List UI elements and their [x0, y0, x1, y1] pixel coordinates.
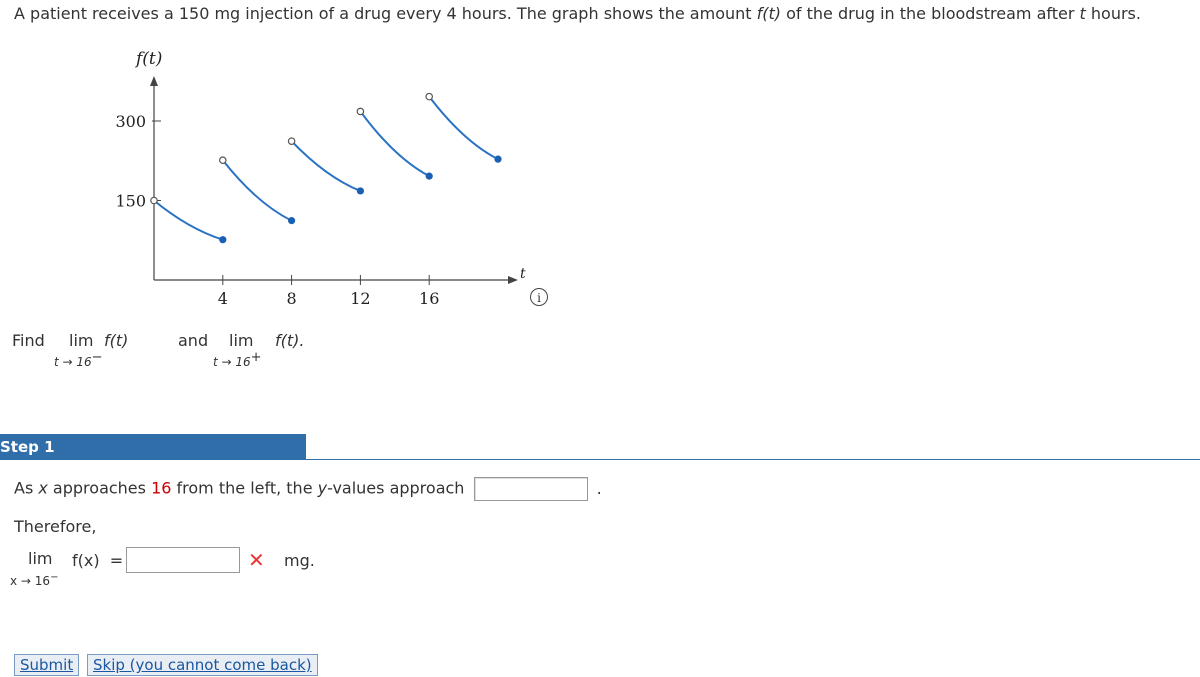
lim-right-subscript: t → 16+	[213, 350, 262, 369]
problem-text-mid: of the drug in the bloodstream after	[781, 4, 1080, 23]
submit-button[interactable]: Submit	[14, 654, 80, 676]
find-label: Find	[12, 331, 45, 350]
y-tick-label: 150	[115, 192, 146, 211]
therefore-text: Therefore,	[14, 517, 97, 536]
units-label: mg.	[284, 551, 315, 570]
open-endpoint	[219, 156, 227, 165]
open-endpoint	[150, 196, 158, 205]
ft-right: f(t).	[275, 331, 305, 350]
closed-endpoint	[494, 155, 502, 163]
curve-segment	[428, 96, 499, 161]
lim-right: lim	[229, 331, 254, 350]
skip-button[interactable]: Skip (you cannot come back)	[87, 654, 318, 676]
y-axis-arrow	[150, 76, 158, 86]
lim-label: lim	[28, 549, 53, 568]
lim-left-subscript: t → 16−	[54, 350, 103, 369]
closed-endpoint	[425, 172, 433, 180]
open-endpoint	[356, 107, 365, 116]
problem-text-end: hours.	[1085, 4, 1141, 23]
problem-ft: f(t)	[756, 4, 782, 23]
and-label: and	[178, 331, 209, 350]
curve-segment	[222, 159, 293, 222]
problem-text: A patient receives a 150 mg injection of…	[14, 4, 757, 23]
open-endpoint	[287, 137, 296, 145]
ft-left: f(t)	[104, 331, 129, 350]
closed-endpoint	[288, 217, 296, 225]
incorrect-x-icon: ✕	[248, 548, 265, 572]
step-sentence: As x approaches 16 from the left, the y-…	[14, 477, 602, 501]
lim-subscript: x → 16−	[10, 572, 59, 588]
x-tick-label: 8	[287, 289, 297, 308]
axis-ticks: 4 8 12 16 150 300	[115, 112, 439, 308]
closed-endpoint	[356, 187, 364, 195]
x-tick-label: 16	[419, 289, 439, 308]
x-axis-label: t	[520, 266, 526, 282]
info-icon[interactable]: i	[530, 288, 548, 306]
step-divider	[0, 459, 1200, 460]
closed-endpoint	[219, 236, 227, 244]
problem-statement: A patient receives a 150 mg injection of…	[14, 4, 1141, 23]
fx-equals: f(x) =	[72, 551, 124, 570]
x-tick-label: 4	[218, 289, 228, 308]
open-endpoint	[425, 92, 434, 101]
answer-input-limit[interactable]	[126, 547, 240, 573]
drug-level-graph: f(t) t 4 8 12 16 150 300	[115, 49, 526, 308]
curve-segments	[150, 92, 502, 244]
curve-segment	[290, 140, 361, 192]
lim-left: lim	[69, 331, 94, 350]
answer-input-approach[interactable]	[473, 477, 588, 501]
x-tick-label: 12	[350, 289, 370, 308]
y-tick-label: 300	[115, 112, 146, 131]
y-axis-label: f(t)	[134, 49, 162, 69]
curve-segment	[359, 110, 430, 178]
step-header: Step 1	[0, 434, 306, 460]
curve-segment	[153, 199, 224, 241]
x-axis-arrow	[508, 276, 518, 284]
